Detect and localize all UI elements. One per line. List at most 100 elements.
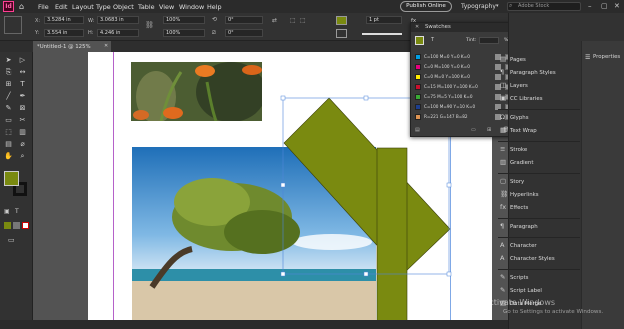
- menu-window[interactable]: Window: [179, 3, 204, 11]
- pen-tool-icon[interactable]: ✒: [18, 92, 27, 100]
- scissors-tool-icon[interactable]: ✂: [18, 116, 27, 124]
- show-options-icon[interactable]: ▤: [415, 127, 420, 133]
- dock-item-hyperlinks[interactable]: ⛓ Hyperlinks: [500, 190, 539, 198]
- swatch-name: R=221 G=147 B=82: [424, 114, 468, 119]
- publish-online-button[interactable]: Publish Online: [400, 1, 452, 12]
- rectangle-frame-tool-icon[interactable]: ⊠: [18, 104, 27, 112]
- home-icon[interactable]: ⌂: [19, 2, 24, 11]
- content-collector-icon[interactable]: ⊞: [4, 80, 13, 88]
- swatch-chip: [415, 94, 421, 100]
- dock-item-paragraph-styles[interactable]: ¶ Paragraph Styles: [500, 68, 556, 76]
- menu-help[interactable]: Help: [207, 3, 222, 11]
- search-icon: ⌕: [509, 2, 513, 9]
- dock-item-stroke[interactable]: ≡ Stroke: [500, 145, 527, 153]
- tab-close-icon[interactable]: ✕: [104, 43, 108, 49]
- select-container-icon[interactable]: ⬚: [290, 17, 296, 24]
- type-tool-icon[interactable]: T: [18, 80, 27, 88]
- chevron-down-icon: ▾: [496, 3, 499, 9]
- reference-point-icon[interactable]: [4, 16, 22, 34]
- apply-gradient-icon[interactable]: [13, 222, 20, 229]
- properties-label[interactable]: Properties: [593, 54, 620, 60]
- fill-stroke-proxy[interactable]: [415, 36, 424, 45]
- dock-item-cc-libraries[interactable]: ▣ CC Libraries: [500, 94, 543, 102]
- search-input[interactable]: Adobe Stock: [507, 2, 581, 11]
- swatches-title[interactable]: Swatches: [425, 24, 451, 30]
- zoom-tool-icon[interactable]: ⌕: [18, 152, 27, 161]
- formatting-container-icon[interactable]: ▣: [4, 208, 10, 215]
- stroke-swatch[interactable]: [336, 29, 347, 38]
- dock-item-glyphs[interactable]: Ω Glyphs: [500, 113, 529, 121]
- new-swatch-icon[interactable]: ⊞: [487, 127, 491, 133]
- dock-item-text-wrap[interactable]: ▦ Text Wrap: [500, 126, 537, 134]
- menu-table[interactable]: Table: [138, 3, 155, 11]
- tint-field[interactable]: [479, 37, 499, 44]
- free-transform-tool-icon[interactable]: ⬚: [4, 128, 13, 136]
- apply-none-icon[interactable]: [22, 222, 29, 229]
- constrain-proportions-icon[interactable]: ⛓: [145, 21, 154, 29]
- formatting-affects-text-icon[interactable]: T: [431, 37, 434, 43]
- new-color-group-icon[interactable]: ▭: [471, 127, 476, 133]
- apply-color-icon[interactable]: [4, 222, 11, 229]
- fill-swatch[interactable]: [336, 16, 347, 25]
- properties-icon[interactable]: ☰: [585, 54, 590, 61]
- dock-item-paragraph[interactable]: ¶ Paragraph: [500, 222, 538, 230]
- selection-tool-icon[interactable]: ➤: [4, 56, 13, 64]
- activate-windows-title: Activate Windows: [484, 298, 556, 307]
- scale-y-field[interactable]: 100%: [163, 29, 205, 37]
- rotation-field[interactable]: 0°: [225, 16, 263, 24]
- dock-item-scripts[interactable]: ✎ Scripts: [500, 273, 528, 281]
- minimize-icon[interactable]: –: [588, 2, 592, 10]
- dock-item-gradient[interactable]: ▥ Gradient: [500, 158, 533, 166]
- gradient-tool-icon[interactable]: ▥: [18, 128, 27, 136]
- scale-x-field[interactable]: 100%: [163, 16, 205, 24]
- fill-indicator[interactable]: [4, 171, 19, 186]
- menu-view[interactable]: View: [159, 3, 174, 11]
- swatch-chip: [415, 74, 421, 80]
- menu-layout[interactable]: Layout: [72, 3, 94, 11]
- dock-item-story[interactable]: ▢ Story: [500, 177, 524, 185]
- dock-item-character-styles[interactable]: A Character Styles: [500, 254, 555, 262]
- dock-item-layers[interactable]: ◫ Layers: [500, 81, 528, 89]
- screen-mode-icon[interactable]: ▭: [8, 236, 15, 244]
- menu-edit[interactable]: Edit: [55, 3, 67, 11]
- maximize-icon[interactable]: ▢: [601, 2, 608, 10]
- workspace-switcher[interactable]: Typography: [461, 3, 496, 10]
- rotate-icon: ⟲: [212, 16, 218, 23]
- document-tab[interactable]: *Untitled-1 @ 125%: [33, 41, 111, 52]
- flip-icon[interactable]: ⇄: [272, 17, 277, 24]
- dock-item-character[interactable]: A Character: [500, 241, 537, 249]
- menu-type[interactable]: Type: [96, 3, 111, 11]
- w-field[interactable]: 3.0683 in: [97, 16, 139, 24]
- y-field[interactable]: 3.554 in: [44, 29, 84, 37]
- shear-field[interactable]: 0°: [225, 29, 263, 37]
- activate-windows-subtitle: Go to Settings to activate Windows.: [503, 309, 604, 315]
- dock-item-label: CC Libraries: [510, 96, 543, 102]
- x-field[interactable]: 3.5284 in: [44, 16, 84, 24]
- stroke-type-line[interactable]: [362, 33, 402, 35]
- eyedropper-tool-icon[interactable]: ⌀: [18, 140, 27, 148]
- script-label-icon: ✎: [500, 286, 506, 294]
- dock-item-pages[interactable]: ▤ Pages: [500, 55, 526, 63]
- line-tool-icon[interactable]: ╱: [4, 92, 13, 100]
- select-content-icon[interactable]: ⬚: [300, 17, 306, 24]
- gap-tool-icon[interactable]: ↔: [18, 68, 27, 76]
- menu-object[interactable]: Object: [113, 3, 134, 11]
- note-tool-icon[interactable]: ▤: [4, 140, 13, 148]
- formatting-text-icon[interactable]: T: [15, 208, 19, 215]
- hand-tool-icon[interactable]: ✋: [4, 152, 13, 160]
- rectangle-tool-icon[interactable]: ▭: [4, 116, 13, 124]
- close-icon[interactable]: ✕: [614, 2, 620, 10]
- menu-file[interactable]: File: [38, 3, 49, 11]
- page-tool-icon[interactable]: ⎘: [4, 68, 13, 77]
- direct-selection-tool-icon[interactable]: ▷: [18, 56, 27, 64]
- panel-close-icon[interactable]: ✕: [415, 24, 419, 30]
- dock-item-effects[interactable]: fx Effects: [500, 203, 528, 211]
- pencil-tool-icon[interactable]: ✎: [4, 104, 13, 112]
- h-field[interactable]: 4.246 in: [97, 29, 139, 37]
- stroke-weight-field[interactable]: 1 pt: [366, 16, 402, 24]
- w-label: W:: [88, 18, 95, 24]
- dock-item-script-label[interactable]: ✎ Script Label: [500, 286, 542, 294]
- cc-libraries-icon: ▣: [500, 94, 507, 102]
- swatch-name: C=75 M=5 Y=100 K=0: [424, 94, 473, 99]
- scripts-icon: ✎: [500, 273, 506, 281]
